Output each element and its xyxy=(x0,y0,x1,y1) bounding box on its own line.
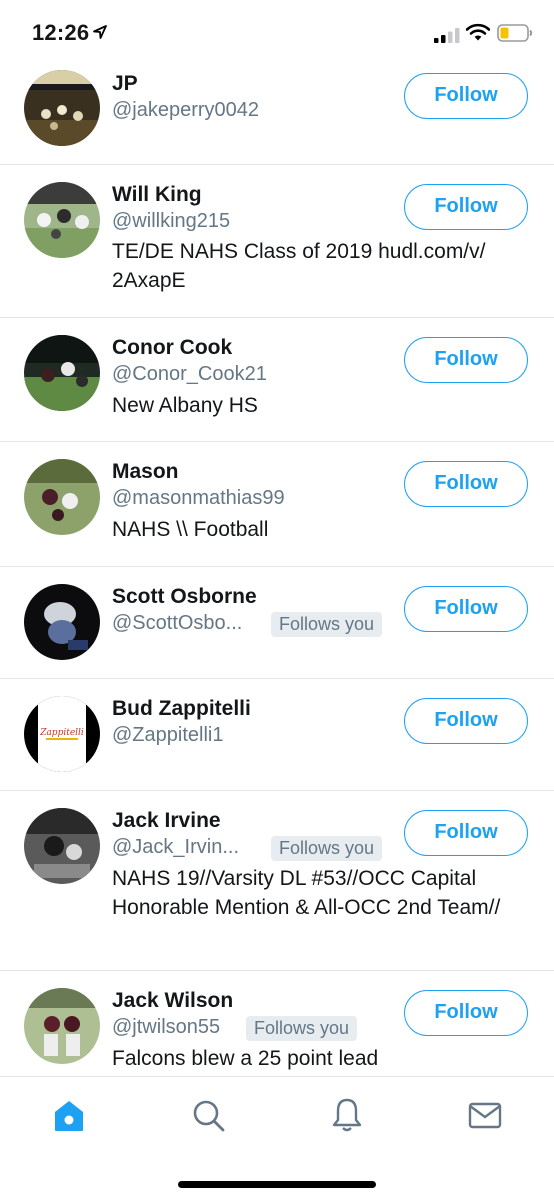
user-handle: @ScottOsbo... xyxy=(112,612,243,634)
follow-button[interactable]: Follow xyxy=(404,990,528,1036)
follow-button[interactable]: Follow xyxy=(404,461,528,507)
battery-icon xyxy=(497,24,533,42)
user-bio: New Albany HS xyxy=(112,394,258,417)
user-bio: Falcons blew a 25 point lead xyxy=(112,1047,379,1070)
avatar[interactable]: Zappitelli xyxy=(24,696,100,772)
search-icon[interactable] xyxy=(188,1095,228,1135)
user-name: Will King xyxy=(112,183,202,206)
user-handle: @jtwilson55 xyxy=(112,1016,221,1038)
list-item[interactable]: Mason @masonmathias99 NAHS \\ Football F… xyxy=(0,442,554,567)
list-item[interactable]: Jack Wilson @jtwilson55 Follows you Falc… xyxy=(0,971,554,1076)
user-list: JP @jakeperry0042 Follow Will King @will… xyxy=(0,66,554,1076)
user-name: Mason xyxy=(112,460,179,483)
user-handle: @masonmathias99 xyxy=(112,487,285,509)
user-name: Conor Cook xyxy=(112,336,233,359)
avatar[interactable] xyxy=(24,182,100,258)
user-handle: @Jack_Irvin... xyxy=(112,836,240,858)
status-bar: 12:26 xyxy=(0,0,554,66)
follow-button[interactable]: Follow xyxy=(404,810,528,856)
follow-button[interactable]: Follow xyxy=(404,698,528,744)
user-handle: @jakeperry0042 xyxy=(112,99,260,121)
list-item[interactable]: Zappitelli Bud Zappitelli @Zappitelli1 F… xyxy=(0,679,554,791)
list-item[interactable]: JP @jakeperry0042 Follow xyxy=(0,66,554,165)
messages-icon[interactable] xyxy=(465,1095,505,1135)
home-indicator xyxy=(178,1181,376,1188)
list-item[interactable]: Will King @willking215 TE/DE NAHS Class … xyxy=(0,165,554,318)
wifi-icon xyxy=(466,23,490,41)
status-time: 12:26 xyxy=(32,20,90,45)
avatar[interactable] xyxy=(24,808,100,884)
list-item[interactable]: Jack Irvine @Jack_Irvin... Follows you N… xyxy=(0,791,554,971)
avatar[interactable] xyxy=(24,335,100,411)
follow-button[interactable]: Follow xyxy=(404,337,528,383)
list-item[interactable]: Scott Osborne @ScottOsbo... Follows you … xyxy=(0,567,554,679)
avatar[interactable] xyxy=(24,988,100,1064)
follows-you-badge: Follows you xyxy=(271,612,383,637)
location-arrow-icon xyxy=(93,25,107,39)
avatar[interactable] xyxy=(24,459,100,535)
user-bio: NAHS \\ Football xyxy=(112,518,269,541)
user-name: Scott Osborne xyxy=(112,585,257,608)
user-name: JP xyxy=(112,72,138,95)
cellular-signal-icon xyxy=(434,28,460,43)
user-handle: @willking215 xyxy=(112,210,231,232)
follows-you-badge: Follows you xyxy=(271,836,383,861)
user-handle: @Conor_Cook21 xyxy=(112,363,267,385)
follows-you-badge: Follows you xyxy=(246,1016,358,1041)
user-name: Jack Wilson xyxy=(112,989,234,1012)
avatar-logo-text: Zappitelli xyxy=(39,728,84,738)
avatar[interactable] xyxy=(24,70,100,146)
home-icon[interactable] xyxy=(49,1095,89,1135)
follow-button[interactable]: Follow xyxy=(404,586,528,632)
user-handle: @Zappitelli1 xyxy=(112,724,224,746)
list-item[interactable]: Conor Cook @Conor_Cook21 New Albany HS F… xyxy=(0,318,554,442)
user-bio: TE/DE NAHS Class of 2019 hudl.com/v/ 2Ax… xyxy=(112,240,486,292)
user-name: Jack Irvine xyxy=(112,809,221,832)
user-name: Bud Zappitelli xyxy=(112,697,251,720)
avatar[interactable] xyxy=(24,584,100,660)
follow-button[interactable]: Follow xyxy=(404,73,528,119)
user-bio: NAHS 19//Varsity DL #53//OCC Capital Hon… xyxy=(112,867,501,919)
follow-button[interactable]: Follow xyxy=(404,184,528,230)
notifications-icon[interactable] xyxy=(327,1095,367,1135)
